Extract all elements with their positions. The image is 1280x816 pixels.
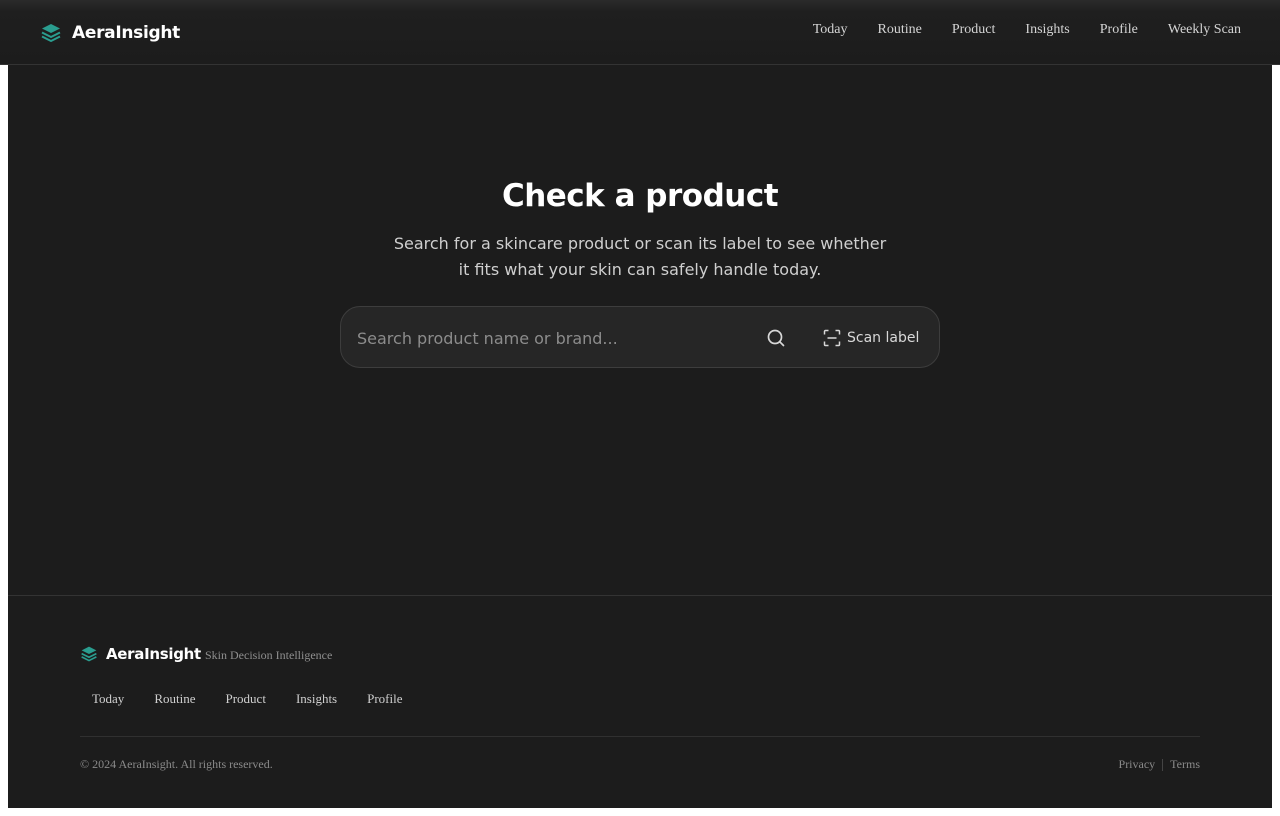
legal-separator [1162, 758, 1164, 771]
terms-link[interactable]: Terms [1170, 757, 1200, 772]
nav-product[interactable]: Product [952, 22, 996, 38]
product-search-bar: Scan label [340, 306, 940, 368]
nav-profile[interactable]: Profile [1100, 22, 1138, 38]
legal-links: Privacy Terms [1119, 757, 1200, 772]
footer-brand-logo[interactable]: AeraInsight [80, 645, 201, 663]
search-input[interactable] [357, 325, 747, 351]
footer-nav-product[interactable]: Product [225, 691, 265, 707]
privacy-link[interactable]: Privacy [1119, 757, 1156, 772]
layers-logo-icon [41, 24, 61, 42]
scan-label-text: Scan label [847, 330, 920, 346]
copyright: © 2024 AeraInsight. All rights reserved. [80, 757, 273, 771]
brand-logo[interactable]: AeraInsight [40, 21, 180, 45]
layers-logo-icon [81, 646, 97, 662]
search-button[interactable] [763, 325, 789, 351]
scan-label-button[interactable]: Scan label [823, 326, 919, 350]
footer: AeraInsight Skin Decision Intelligence T… [8, 595, 1272, 808]
page-subtitle: Search for a skincare product or scan it… [393, 234, 887, 279]
scan-icon [823, 329, 841, 347]
footer-nav: Today Routine Product Insights Profile [92, 691, 403, 707]
nav-insights[interactable]: Insights [1025, 22, 1069, 38]
nav-weekly-scan[interactable]: Weekly Scan [1168, 22, 1241, 38]
footer-tagline: Skin Decision Intelligence [205, 648, 333, 662]
search-icon [767, 329, 785, 347]
top-navbar: AeraInsight Today Routine Product Insigh… [0, 0, 1280, 65]
main-nav: Today Routine Product Insights Profile W… [813, 22, 1241, 38]
nav-routine[interactable]: Routine [878, 22, 922, 38]
footer-nav-today[interactable]: Today [92, 691, 124, 707]
footer-divider [80, 736, 1200, 737]
footer-nav-routine[interactable]: Routine [154, 691, 195, 707]
brand-name: AeraInsight [72, 23, 181, 43]
footer-brand-name: AeraInsight [106, 645, 201, 663]
nav-today[interactable]: Today [813, 22, 848, 38]
page-title: Check a product [501, 178, 779, 214]
footer-nav-profile[interactable]: Profile [367, 691, 402, 707]
footer-nav-insights[interactable]: Insights [296, 691, 337, 707]
